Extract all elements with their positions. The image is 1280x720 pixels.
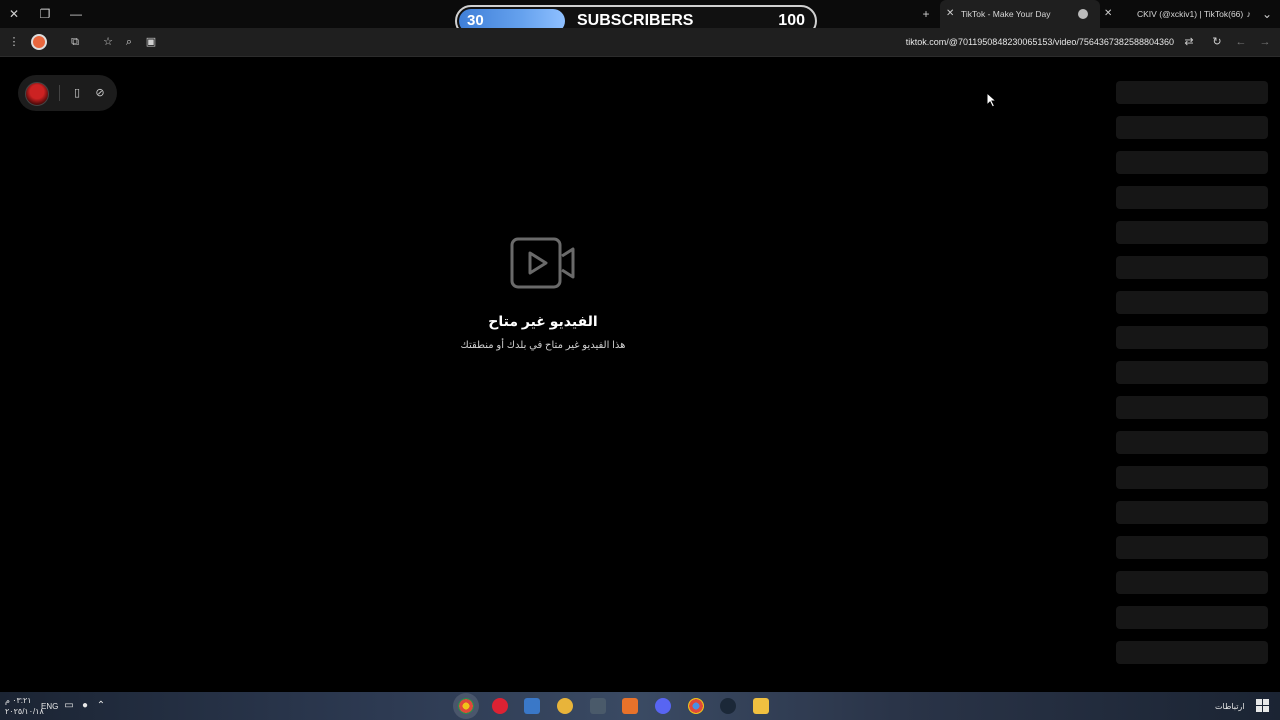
video-camera-icon <box>510 237 575 289</box>
chrome-taskbar-icon[interactable] <box>458 698 474 714</box>
skeleton-row <box>1116 221 1268 244</box>
divider <box>59 85 60 101</box>
page-content: ▯ ⊘ الفيديو غير متاح هذا الفيديو غير متا… <box>0 57 1280 692</box>
skeleton-row <box>1116 291 1268 314</box>
site-settings-icon[interactable]: ⇄ <box>1180 33 1198 51</box>
reload-icon[interactable]: ↻ <box>1208 33 1226 51</box>
zoom-icon[interactable]: ⌕ <box>120 33 138 51</box>
app-taskbar-icon[interactable] <box>590 698 606 714</box>
microphone-icon[interactable]: ● <box>78 699 92 713</box>
phone-icon[interactable]: ▯ <box>68 84 86 102</box>
skeleton-row <box>1116 256 1268 279</box>
skeleton-row <box>1116 466 1268 489</box>
app-taskbar-icon[interactable] <box>622 698 638 714</box>
steam-taskbar-icon[interactable] <box>720 698 736 714</box>
unavailable-message: هذا الفيديو غير متاح في بلدك أو منطقتك <box>460 340 626 351</box>
tab-tiktok[interactable]: ✕ TikTok - Make Your Day <box>940 0 1100 28</box>
skeleton-row <box>1116 396 1268 419</box>
skeleton-row <box>1116 501 1268 524</box>
app-taskbar-icon[interactable] <box>524 698 540 714</box>
close-icon[interactable]: ✕ <box>5 5 23 23</box>
skeleton-row <box>1116 81 1268 104</box>
taskbar: ٠٣:٢١ م ٢٠٢٥/١٠/١٨ ENG ▭ ● ⌃ ارتباطات <box>0 692 1280 720</box>
skeleton-row <box>1116 116 1268 139</box>
cast-icon[interactable]: ▣ <box>142 33 160 51</box>
minimize-icon[interactable]: — <box>67 5 85 23</box>
title-bar: ✕ ❐ — 30 SUBSCRIBERS 100 + ✕ TikTok - Ma… <box>0 0 1280 37</box>
tab-title: CKIV (@xckiv1) | TikTok(66) <box>1137 9 1244 19</box>
skeleton-row <box>1116 536 1268 559</box>
avatar[interactable] <box>25 82 49 106</box>
skeleton-row <box>1116 326 1268 349</box>
tab-ckiv[interactable]: CKIV (@xckiv1) | TikTok(66) ♪ <box>1120 0 1255 28</box>
profile-icon[interactable] <box>30 33 48 51</box>
new-tab-button[interactable]: + <box>917 5 935 23</box>
skeleton-row <box>1116 186 1268 209</box>
puzzle-icon[interactable]: ⧉ <box>66 33 84 51</box>
kebab-menu-icon[interactable]: ⋮ <box>5 33 23 51</box>
arrow-left-icon[interactable]: ← <box>1232 33 1250 51</box>
restore-icon[interactable]: ❐ <box>36 5 54 23</box>
skeleton-row <box>1116 361 1268 384</box>
tiktok-icon: ♪ <box>1246 9 1252 19</box>
star-icon[interactable]: ☆ <box>99 33 117 51</box>
top-left-controls: ▯ ⊘ <box>18 75 117 111</box>
arrow-right-icon[interactable]: → <box>1256 33 1274 51</box>
tab-title: TikTok - Make Your Day <box>961 9 1051 19</box>
browser-taskbar-icon[interactable] <box>688 698 704 714</box>
skeleton-row <box>1116 641 1268 664</box>
skeleton-row <box>1116 606 1268 629</box>
chevron-up-icon[interactable]: ⌃ <box>94 699 108 713</box>
tab-audio-icon[interactable] <box>1078 9 1088 19</box>
network-icon[interactable]: ▭ <box>62 699 76 713</box>
tray-language[interactable]: ENG <box>41 702 58 711</box>
skeleton-row <box>1116 431 1268 454</box>
tray-time[interactable]: ٠٣:٢١ م <box>5 696 32 705</box>
connections-label[interactable]: ارتباطات <box>1215 702 1245 711</box>
app-taskbar-icon[interactable] <box>492 698 508 714</box>
unavailable-title: الفيديو غير متاح <box>488 313 598 329</box>
tab-close-icon[interactable]: ✕ <box>1104 0 1112 28</box>
plus-icon: + <box>922 7 930 21</box>
address-bar-url[interactable]: tiktok.com/@7011950848230065153/video/75… <box>906 28 1174 56</box>
skeleton-row <box>1116 151 1268 174</box>
mouse-cursor-icon <box>986 92 998 108</box>
comments-skeleton <box>1116 81 1268 681</box>
tab-search-icon[interactable]: ⌄ <box>1258 5 1276 23</box>
tray-date[interactable]: ٢٠٢٥/١٠/١٨ <box>5 707 44 716</box>
browser-toolbar: ⋮ ⧉ ☆ ⌕ ▣ tiktok.com/@701195084823006515… <box>0 28 1280 57</box>
windows-start-icon[interactable] <box>1256 699 1270 713</box>
app-taskbar-icon[interactable] <box>557 698 573 714</box>
compass-icon[interactable]: ⊘ <box>91 84 109 102</box>
discord-taskbar-icon[interactable] <box>655 698 671 714</box>
folder-taskbar-icon[interactable] <box>753 698 769 714</box>
tab-close-icon[interactable]: ✕ <box>946 0 954 28</box>
skeleton-row <box>1116 571 1268 594</box>
